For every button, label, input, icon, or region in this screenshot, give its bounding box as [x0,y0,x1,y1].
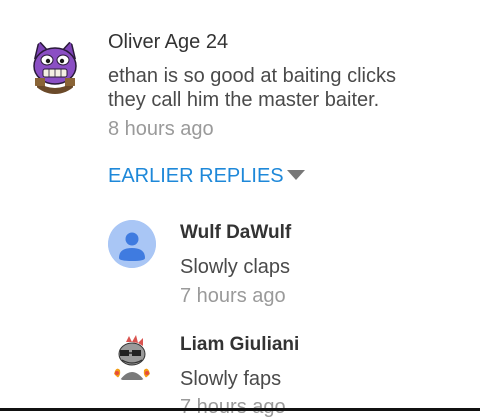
avatar[interactable] [108,334,156,382]
reply-author[interactable]: Liam Giuliani [180,334,299,356]
earlier-replies-button[interactable]: EARLIER REPLIES [108,165,284,188]
purple-cat-character-icon [27,38,83,94]
comment-text-line-2: they call him the master baiter. [108,89,380,111]
avatar[interactable] [27,38,83,94]
caret-down-icon[interactable] [287,170,305,180]
default-user-avatar-icon [108,220,156,268]
reply-author[interactable]: Wulf DaWulf [180,222,291,244]
reply-text: Slowly faps [180,368,282,390]
dragon-character-icon [108,334,156,382]
reply-timestamp: 7 hours ago [180,285,286,307]
avatar[interactable] [108,220,156,268]
comment-author[interactable]: Oliver Age 24 [108,31,228,54]
comment-text-line-1: ethan is so good at baiting clicks [108,65,396,87]
reply-text: Slowly claps [180,256,291,278]
comment-timestamp: 8 hours ago [108,118,214,140]
